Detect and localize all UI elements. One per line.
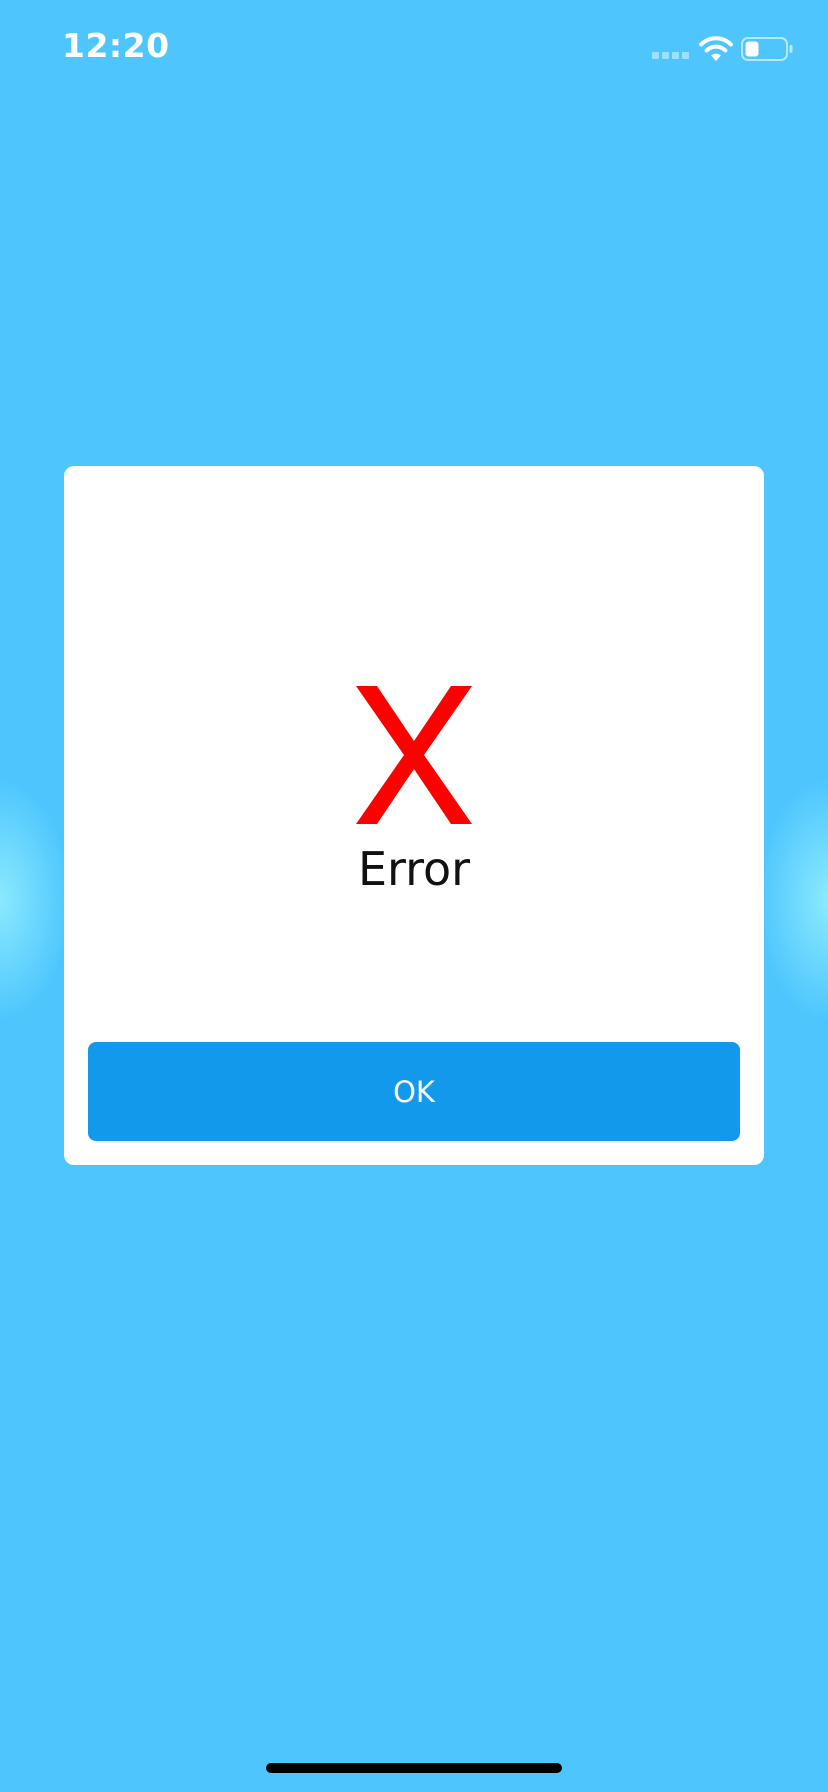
status-time: 12:20 — [62, 26, 170, 65]
home-indicator[interactable] — [266, 1763, 562, 1773]
error-x-icon — [356, 686, 472, 824]
battery-icon — [741, 37, 793, 61]
signal-icon — [652, 52, 690, 60]
ok-button[interactable]: OK — [88, 1042, 740, 1141]
error-dialog: Error OK — [64, 466, 764, 1165]
dialog-title: Error — [357, 842, 471, 896]
status-bar: 12:20 — [0, 0, 828, 100]
screen: 12:20 Error OK — [0, 0, 828, 1792]
wifi-icon — [699, 36, 733, 61]
